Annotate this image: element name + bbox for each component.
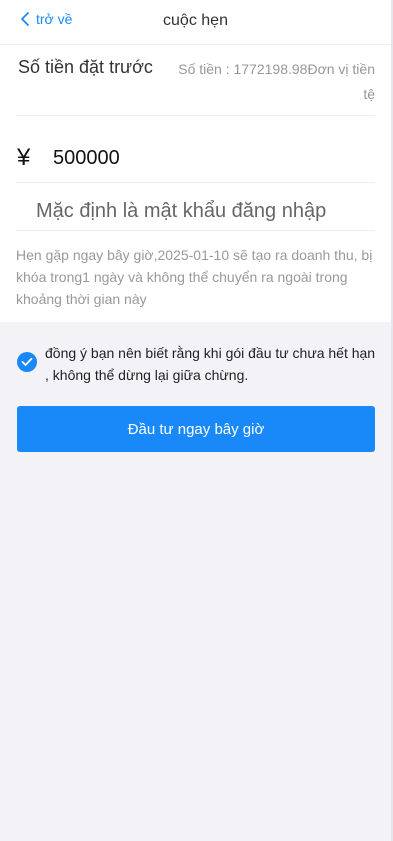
agreement-text: đồng ý bạn nên biết rằng khi gói đầu tư …	[45, 345, 376, 383]
password-input[interactable]	[34, 193, 378, 229]
agreement-checkbox[interactable]: đồng ý bạn nên biết rằng khi gói đầu tư …	[17, 342, 377, 386]
amount-input[interactable]	[51, 145, 355, 171]
currency-symbol: ¥	[17, 144, 31, 171]
amount-row: ¥	[0, 135, 391, 181]
deposit-row: Số tiền đặt trước Số tiền : 1772198.98Đơ…	[0, 45, 391, 115]
page-title: cuộc hẹn	[163, 12, 228, 29]
checkmark-circle-icon	[17, 352, 37, 372]
divider	[16, 115, 375, 116]
deposit-label: Số tiền đặt trước	[18, 57, 153, 77]
balance-text: Số tiền : 1772198.98Đơn vị tiền tệ	[178, 61, 375, 102]
app-frame: trở về cuộc hẹn Số tiền đặt trước Số tiề…	[0, 0, 393, 841]
investment-form: Số tiền đặt trước Số tiền : 1772198.98Đơ…	[0, 45, 391, 322]
invest-now-button[interactable]: Đầu tư ngay bây giờ	[17, 406, 375, 452]
divider	[16, 182, 375, 183]
notice-text: Hẹn gặp ngay bây giờ,2025-01-10 sẽ tạo r…	[16, 247, 373, 307]
divider	[16, 230, 375, 231]
nav-bar: trở về cuộc hẹn	[0, 0, 391, 45]
